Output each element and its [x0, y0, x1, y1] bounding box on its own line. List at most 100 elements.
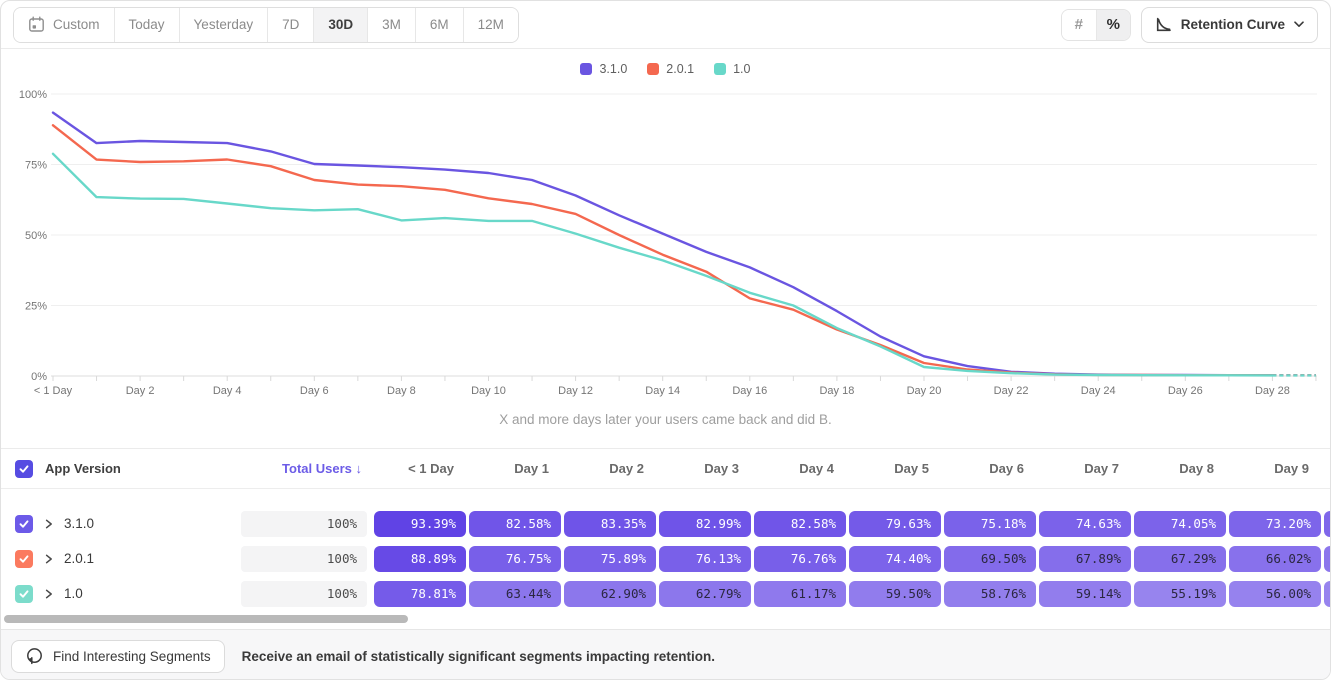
retention-cell-partial[interactable]: [1324, 581, 1331, 607]
retention-report: Custom TodayYesterday7D30D 3M 6M 12M # % Ret…: [0, 0, 1331, 680]
retention-cell-2.0.1-day2[interactable]: 75.89%: [564, 546, 656, 572]
retention-cell-3.1.0-day7[interactable]: 74.63%: [1039, 511, 1131, 537]
select-all-checkbox[interactable]: [15, 460, 33, 478]
total-users-value[interactable]: 100%: [241, 546, 367, 572]
chevron-right-icon[interactable]: [45, 519, 53, 529]
row-checkbox-cell: [1, 550, 45, 568]
date-range-label: 3M: [382, 17, 401, 32]
column-header-day-5[interactable]: Day 5: [846, 461, 941, 476]
retention-cell-wrap: 74.40%: [846, 546, 941, 572]
column-header-day-6[interactable]: Day 6: [941, 461, 1036, 476]
column-header-day-1[interactable]: Day 1: [466, 461, 561, 476]
retention-cell-1.0-day3[interactable]: 62.79%: [659, 581, 751, 607]
find-interesting-segments-button[interactable]: Find Interesting Segments: [11, 640, 225, 673]
row-checkbox-3.1.0[interactable]: [15, 515, 33, 533]
total-users-label: Total Users: [282, 461, 352, 476]
date-range-30d[interactable]: 30D: [314, 8, 368, 42]
total-users-cell: 100%: [241, 581, 371, 607]
retention-cell-2.0.1-day8[interactable]: 67.29%: [1134, 546, 1226, 572]
retention-cell-2.0.1-day1[interactable]: 76.75%: [469, 546, 561, 572]
legend-item-1.0[interactable]: 1.0: [714, 62, 750, 76]
total-users-value[interactable]: 100%: [241, 511, 367, 537]
date-range-3m[interactable]: 3M: [368, 8, 416, 42]
date-range-yesterday[interactable]: Yesterday: [180, 8, 269, 42]
x-axis-label: Day 12: [558, 385, 593, 397]
retention-cell-1.0-day8[interactable]: 55.19%: [1134, 581, 1226, 607]
date-range-label: 12M: [478, 17, 504, 32]
retention-cell-1.0-day2[interactable]: 62.90%: [564, 581, 656, 607]
date-range-label: Custom: [53, 17, 100, 32]
check-icon: [18, 553, 30, 565]
retention-cell-3.1.0-day2[interactable]: 83.35%: [564, 511, 656, 537]
view-selector-dropdown[interactable]: Retention Curve: [1141, 7, 1318, 43]
legend-item-3.1.0[interactable]: 3.1.0: [580, 62, 627, 76]
column-header-day-3[interactable]: Day 3: [656, 461, 751, 476]
column-header-day-4[interactable]: Day 4: [751, 461, 846, 476]
retention-cell-2.0.1-day9[interactable]: 66.02%: [1229, 546, 1321, 572]
chart-section: 3.1.02.0.11.0 0%25%50%75%100%< 1 DayDay …: [1, 49, 1330, 448]
legend-item-2.0.1[interactable]: 2.0.1: [647, 62, 694, 76]
retention-cell-3.1.0-day8[interactable]: 74.05%: [1134, 511, 1226, 537]
date-range-12m[interactable]: 12M: [464, 8, 518, 42]
retention-cell-1.0-day0[interactable]: 78.81%: [374, 581, 466, 607]
column-header-total-users[interactable]: Total Users ↓: [241, 461, 371, 476]
retention-cell-2.0.1-day4[interactable]: 76.76%: [754, 546, 846, 572]
legend-swatch-icon: [580, 63, 592, 75]
chart-legend: 3.1.0 2.0.1 1.0: [1, 62, 1330, 76]
retention-cell-partial[interactable]: [1324, 546, 1331, 572]
series-line-2.0.1[interactable]: [53, 125, 1272, 375]
retention-cell-1.0-day4[interactable]: 61.17%: [754, 581, 846, 607]
row-checkbox-1.0[interactable]: [15, 585, 33, 603]
retention-cell-3.1.0-day1[interactable]: 82.58%: [469, 511, 561, 537]
chevron-right-icon[interactable]: [45, 589, 53, 599]
retention-cell-partial[interactable]: [1324, 511, 1331, 537]
retention-cell-3.1.0-day4[interactable]: 82.58%: [754, 511, 846, 537]
date-range-today[interactable]: Today: [115, 8, 180, 42]
retention-cell-3.1.0-day6[interactable]: 75.18%: [944, 511, 1036, 537]
footer-bar: Find Interesting Segments Receive an ema…: [1, 629, 1330, 680]
retention-cell-3.1.0-day9[interactable]: 73.20%: [1229, 511, 1321, 537]
column-header--1-day[interactable]: < 1 Day: [371, 461, 466, 476]
retention-cell-clipped: [1321, 511, 1331, 537]
x-axis-label: Day 2: [126, 385, 155, 397]
retention-cell-wrap: 59.14%: [1036, 581, 1131, 607]
total-users-cell: 100%: [241, 511, 371, 537]
retention-cell-2.0.1-day3[interactable]: 76.13%: [659, 546, 751, 572]
x-axis-label: Day 16: [732, 385, 767, 397]
row-checkbox-2.0.1[interactable]: [15, 550, 33, 568]
retention-cell-2.0.1-day6[interactable]: 69.50%: [944, 546, 1036, 572]
date-range-control: Custom TodayYesterday7D30D 3M 6M 12M: [13, 7, 519, 43]
series-line-3.1.0[interactable]: [53, 113, 1272, 376]
retention-cell-wrap: 88.89%: [371, 546, 466, 572]
retention-cell-wrap: 63.44%: [466, 581, 561, 607]
count-mode-button[interactable]: #: [1062, 10, 1096, 40]
column-header-day-7[interactable]: Day 7: [1036, 461, 1131, 476]
retention-cell-1.0-day5[interactable]: 59.50%: [849, 581, 941, 607]
legend-label: 1.0: [733, 62, 750, 76]
percent-mode-button[interactable]: %: [1096, 10, 1130, 40]
column-header-day-9[interactable]: Day 9: [1226, 461, 1321, 476]
retention-cell-1.0-day6[interactable]: 58.76%: [944, 581, 1036, 607]
column-header-day-8[interactable]: Day 8: [1131, 461, 1226, 476]
total-users-value[interactable]: 100%: [241, 581, 367, 607]
column-header-day-2[interactable]: Day 2: [561, 461, 656, 476]
column-header-app-version[interactable]: App Version: [45, 461, 241, 476]
retention-cell-3.1.0-day0[interactable]: 93.39%: [374, 511, 466, 537]
retention-cell-2.0.1-day0[interactable]: 88.89%: [374, 546, 466, 572]
date-range-6m[interactable]: 6M: [416, 8, 464, 42]
series-line-1.0[interactable]: [53, 154, 1272, 376]
retention-cell-wrap: 83.35%: [561, 511, 656, 537]
row-checkbox-cell: [1, 515, 45, 533]
retention-cell-3.1.0-day3[interactable]: 82.99%: [659, 511, 751, 537]
retention-cell-2.0.1-day7[interactable]: 67.89%: [1039, 546, 1131, 572]
retention-cell-1.0-day7[interactable]: 59.14%: [1039, 581, 1131, 607]
horizontal-scrollbar-thumb[interactable]: [4, 615, 408, 623]
retention-cell-1.0-day9[interactable]: 56.00%: [1229, 581, 1321, 607]
retention-cell-1.0-day1[interactable]: 63.44%: [469, 581, 561, 607]
retention-cell-wrap: 58.76%: [941, 581, 1036, 607]
chevron-right-icon[interactable]: [45, 554, 53, 564]
retention-cell-3.1.0-day5[interactable]: 79.63%: [849, 511, 941, 537]
date-range-custom[interactable]: Custom: [14, 8, 115, 42]
retention-cell-2.0.1-day5[interactable]: 74.40%: [849, 546, 941, 572]
date-range-7d[interactable]: 7D: [268, 8, 314, 42]
